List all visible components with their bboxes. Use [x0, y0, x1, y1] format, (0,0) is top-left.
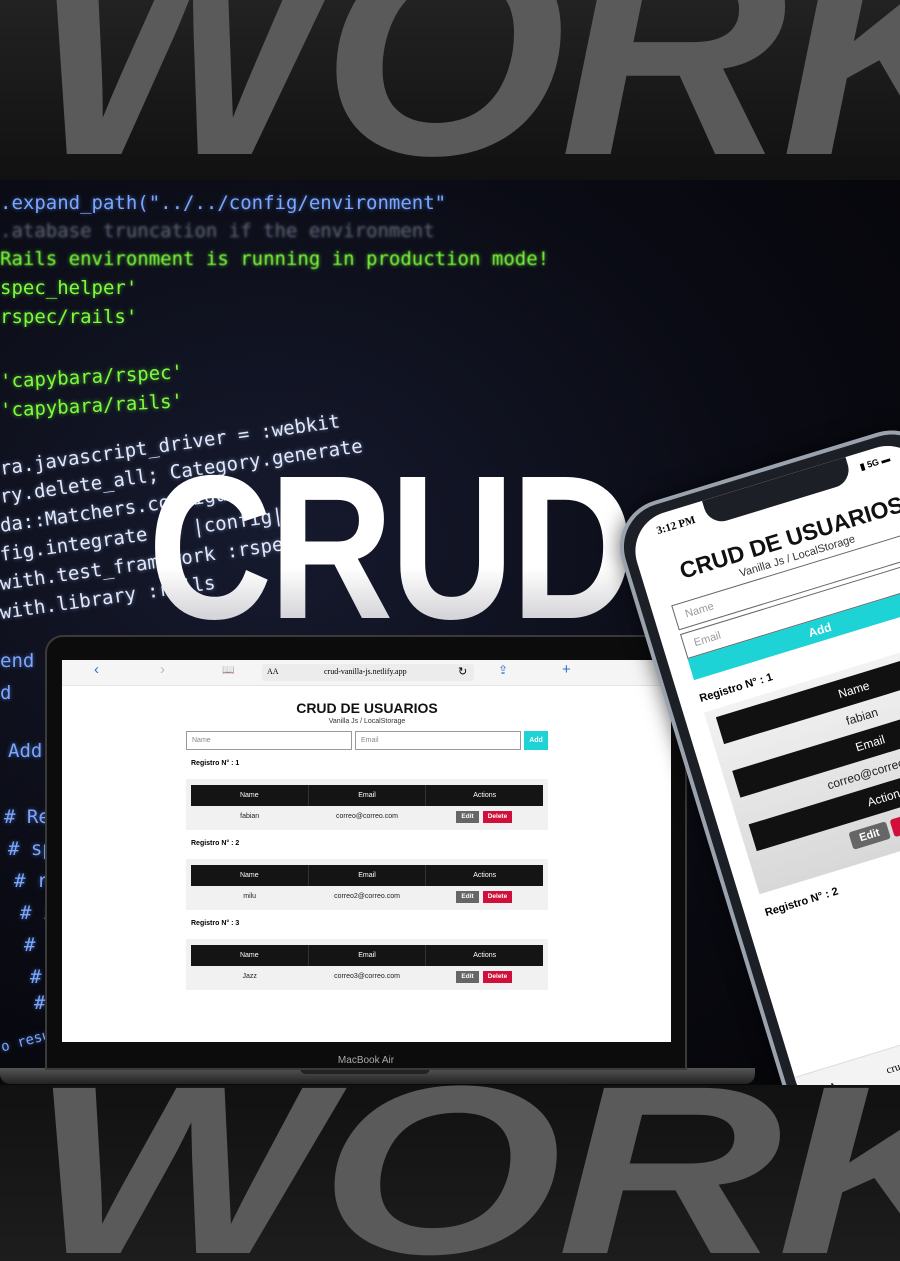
table-header: Name Email Actions — [191, 865, 543, 886]
name-cell: fabian — [240, 813, 260, 820]
status-signal: ▮ 5G ▬ — [858, 453, 892, 472]
column-header: Name — [191, 785, 309, 806]
code-line: .atabase truncation if the environment — [0, 220, 435, 242]
code-line: Rails environment is running in producti… — [0, 248, 550, 270]
code-line: .expand_path("../../config/environment" — [0, 192, 447, 214]
crud-headline: CRUD — [148, 433, 635, 662]
edit-button[interactable]: Edit — [456, 891, 479, 903]
bottom-banner: WORK — [0, 1085, 900, 1261]
edit-button[interactable]: Edit — [456, 971, 479, 983]
actions-cell: Edit Delete — [426, 806, 543, 827]
share-icon[interactable]: ⇪ — [498, 663, 508, 677]
phone-edit-button[interactable]: Edit — [848, 821, 891, 850]
delete-button[interactable]: Delete — [482, 971, 513, 983]
table-row: Jazz correo3@correo.com Edit Delete — [191, 966, 543, 987]
record-label: Registro N° : 1 — [191, 760, 240, 767]
edit-button[interactable]: Edit — [456, 811, 479, 823]
delete-button[interactable]: Delete — [482, 891, 513, 903]
code-line: 'capybara/rspec' — [0, 361, 184, 393]
email-cell: correo@correo.com — [336, 813, 398, 820]
top-banner: WORK — [0, 0, 900, 180]
crud-app: CRUD DE USUARIOS Vanilla Js / LocalStora… — [186, 700, 548, 990]
forward-button[interactable]: › — [160, 661, 165, 678]
status-time: 3:12 PM — [655, 513, 697, 538]
email-input[interactable]: Email — [355, 731, 521, 750]
bookmarks-icon[interactable]: 📖 — [222, 665, 234, 676]
banner-word-top: WORK — [30, 0, 900, 180]
code-line: end — [0, 650, 35, 672]
table-row: fabian correo@correo.com Edit Delete — [191, 806, 543, 827]
address-bar[interactable]: AA crud-vanilla-js.netlify.app ↻ — [262, 664, 474, 681]
laptop-screen: ‹ › 📖 AA crud-vanilla-js.netlify.app ↻ ⇪… — [62, 660, 671, 1042]
record-table: Name Email Actions milu correo2@correo.c… — [186, 859, 548, 910]
record-table: Name Email Actions fabian correo@correo.… — [186, 779, 548, 830]
column-header: Email — [309, 865, 427, 886]
column-header: Email — [309, 785, 427, 806]
name-cell: Jazz — [242, 973, 257, 980]
record-label: Registro N° : 3 — [191, 920, 240, 927]
code-line: # — [34, 992, 46, 1014]
record-label: Registro N° : 2 — [191, 840, 240, 847]
column-header: Actions — [473, 792, 497, 799]
laptop-label: MacBook Air — [337, 1055, 395, 1066]
code-line: spec_helper' — [0, 277, 138, 299]
page-title: CRUD DE USUARIOS — [296, 700, 438, 716]
code-line: rspec/rails' — [0, 306, 138, 328]
table-header: Name Email Actions — [191, 785, 543, 806]
column-header: Email — [309, 945, 427, 966]
column-header: Name — [191, 945, 309, 966]
browser-toolbar: ‹ › 📖 AA crud-vanilla-js.netlify.app ↻ ⇪… — [62, 660, 671, 686]
new-tab-icon[interactable]: + — [562, 661, 571, 678]
delete-button[interactable]: Delete — [482, 811, 513, 823]
name-input[interactable]: Name — [186, 731, 352, 750]
code-line: d — [0, 682, 12, 704]
code-line: 'capybara/rails' — [0, 390, 184, 422]
reload-icon[interactable]: ↻ — [458, 665, 467, 678]
page-subtitle: Vanilla Js / LocalStorage — [328, 718, 406, 725]
column-header: Actions — [473, 872, 497, 879]
text-size-button[interactable]: AA — [267, 667, 279, 676]
table-row: milu correo2@correo.com Edit Delete — [191, 886, 543, 907]
banner-word-bottom: WORK — [30, 1085, 900, 1261]
actions-cell: Edit Delete — [426, 886, 543, 907]
add-button[interactable]: Add — [524, 731, 548, 750]
code-line: # — [30, 966, 42, 988]
email-cell: correo2@correo.com — [334, 893, 400, 900]
column-header: Actions — [473, 952, 497, 959]
column-header: Name — [191, 865, 309, 886]
laptop: ‹ › 📖 AA crud-vanilla-js.netlify.app ↻ ⇪… — [45, 635, 687, 1070]
url-text: crud-vanilla-js.netlify.app — [324, 667, 407, 676]
email-cell: correo3@correo.com — [334, 973, 400, 980]
record-table: Name Email Actions Jazz correo3@correo.c… — [186, 939, 548, 990]
back-button[interactable]: ‹ — [94, 661, 99, 678]
user-form: Name Email Add — [186, 731, 548, 750]
phone-url: crud-vanilla-js.netlify.app — [884, 1031, 900, 1077]
actions-cell: Edit Delete — [426, 966, 543, 987]
table-header: Name Email Actions — [191, 945, 543, 966]
name-cell: milu — [243, 893, 257, 900]
